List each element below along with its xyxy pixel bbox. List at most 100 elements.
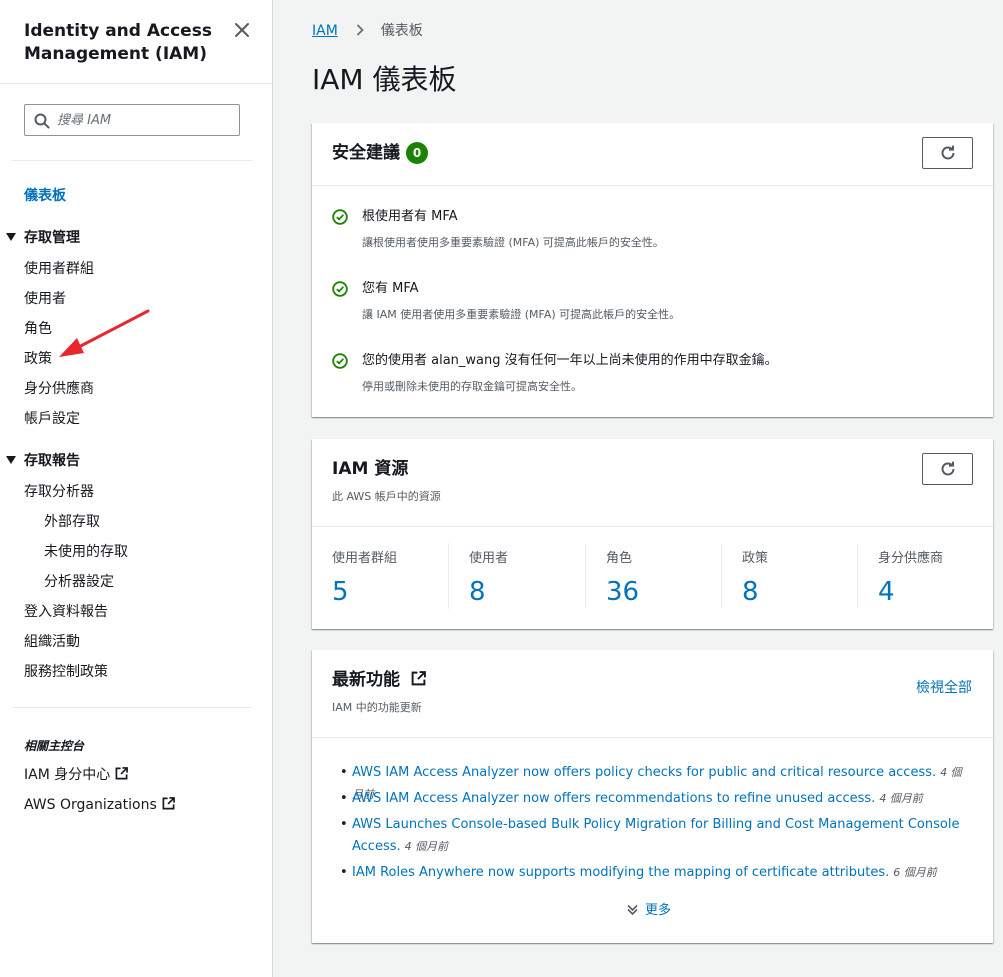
recommendation-title: 您的使用者 alan_wang 沒有任何一年以上尚未使用的作用中存取金鑰。 <box>362 353 778 368</box>
feature-age: 6 個月前 <box>893 866 937 879</box>
section-access-reports[interactable]: 存取報告 <box>6 452 80 470</box>
sidebar-item-external-access[interactable]: 外部存取 <box>44 513 100 531</box>
external-link-icon <box>162 797 175 810</box>
recommendation-title: 根使用者有 MFA <box>362 209 458 224</box>
sidebar-item-service-control-policies[interactable]: 服務控制政策 <box>24 663 108 681</box>
breadcrumb-current: 儀表板 <box>380 23 423 39</box>
caret-down-icon <box>6 456 16 464</box>
sidebar-item-dashboard[interactable]: 儀表板 <box>24 187 66 205</box>
search-input[interactable] <box>57 109 232 131</box>
sidebar-item-identity-providers[interactable]: 身分供應商 <box>24 380 94 398</box>
divider <box>312 526 993 527</box>
resource-label: 角色 <box>606 551 633 566</box>
sidebar-item-iam-identity-center[interactable]: IAM 身分中心 <box>24 766 129 784</box>
sidebar-item-account-settings[interactable]: 帳戶設定 <box>24 410 80 428</box>
resource-stat-roles: 角色 36 <box>585 543 721 609</box>
iam-resources-card: IAM 資源 此 AWS 帳戶中的資源 使用者群組 5 使用者 8 角色 36 … <box>312 439 993 629</box>
resource-stat-users: 使用者 8 <box>448 543 585 609</box>
sidebar-item-credential-report[interactable]: 登入資料報告 <box>24 603 108 621</box>
feature-age: 4 個月前 <box>879 792 923 805</box>
feature-list-item: • AWS IAM Access Analyzer now offers reco… <box>340 788 972 810</box>
refresh-button[interactable] <box>922 137 973 169</box>
sidebar-item-unused-access[interactable]: 未使用的存取 <box>44 543 128 561</box>
section-label: 存取管理 <box>24 230 80 246</box>
divider <box>312 185 993 186</box>
resource-label: 身分供應商 <box>878 551 944 566</box>
status-badge: 0 <box>406 142 428 164</box>
resource-label: 使用者 <box>469 551 509 566</box>
bullet: • <box>340 865 348 880</box>
bullet: • <box>340 791 348 806</box>
resource-stat-policies: 政策 8 <box>721 543 857 609</box>
features-title: 最新功能 <box>332 670 400 690</box>
resource-count-link[interactable]: 8 <box>742 577 759 607</box>
feature-age: 4 個月前 <box>404 840 449 853</box>
sidebar: Identity and Access Management (IAM) 儀表板… <box>0 0 273 977</box>
sidebar-item-policies[interactable]: 政策 <box>24 350 52 368</box>
search-box[interactable] <box>24 104 240 136</box>
show-more-button[interactable]: 更多 <box>626 899 671 918</box>
divider <box>312 737 993 738</box>
feature-link[interactable]: AWS IAM Access Analyzer now offers recom… <box>352 791 875 806</box>
success-check-icon <box>332 281 348 297</box>
view-all-link[interactable]: 檢視全部 <box>916 677 972 697</box>
sidebar-item-user-groups[interactable]: 使用者群組 <box>24 260 94 278</box>
breadcrumb-iam-link[interactable]: IAM <box>312 23 338 39</box>
external-link-icon[interactable] <box>411 670 426 686</box>
related-consoles-title: 相關主控台 <box>24 739 85 753</box>
feature-list-item: • IAM Roles Anywhere now supports modifyi… <box>340 862 972 884</box>
page-title: IAM 儀表板 <box>312 63 457 96</box>
resources-title: IAM 資源 <box>332 459 409 479</box>
close-icon[interactable] <box>232 20 252 40</box>
show-more-label: 更多 <box>645 903 672 918</box>
annotation-arrow-icon <box>59 309 150 357</box>
sidebar-item-access-analyzer[interactable]: 存取分析器 <box>24 483 94 501</box>
resource-count-link[interactable]: 5 <box>332 577 349 607</box>
resource-label: 使用者群組 <box>332 551 398 566</box>
refresh-icon <box>941 461 955 476</box>
sidebar-header: Identity and Access Management (IAM) <box>0 0 272 84</box>
recommendation-desc: 讓根使用者使用多重要素驗證 (MFA) 可提高此帳戶的安全性。 <box>362 236 664 249</box>
sidebar-item-roles[interactable]: 角色 <box>24 320 52 338</box>
search-icon <box>34 113 50 129</box>
double-chevron-down-icon <box>627 904 638 916</box>
divider <box>12 707 252 708</box>
divider <box>12 160 252 161</box>
sidebar-item-organization-activity[interactable]: 組織活動 <box>24 633 80 651</box>
resource-count-link[interactable]: 4 <box>878 577 895 607</box>
chevron-right-icon <box>357 24 365 36</box>
resource-count-link[interactable]: 36 <box>606 577 639 607</box>
security-recommendations-card: 安全建議 0 根使用者有 MFA 讓根使用者使用多重要素驗證 (MFA) 可提高此… <box>312 123 993 417</box>
resources-subtitle: 此 AWS 帳戶中的資源 <box>332 490 441 503</box>
bullet: • <box>340 765 348 780</box>
feature-list-item: • AWS Launches Console-based Bulk Policy … <box>340 814 972 858</box>
bullet: • <box>340 817 348 832</box>
features-subtitle: IAM 中的功能更新 <box>332 701 422 714</box>
sidebar-item-aws-organizations[interactable]: AWS Organizations <box>24 796 175 814</box>
sidebar-item-analyzer-settings[interactable]: 分析器設定 <box>44 573 114 591</box>
recommendation-desc: 讓 IAM 使用者使用多重要素驗證 (MFA) 可提高此帳戶的安全性。 <box>362 308 681 321</box>
resource-count-link[interactable]: 8 <box>469 577 486 607</box>
refresh-icon <box>941 145 955 160</box>
breadcrumb: IAM 儀表板 <box>312 22 423 40</box>
section-label: 存取報告 <box>24 453 80 469</box>
caret-down-icon <box>6 233 16 241</box>
features-title-row: 最新功能 <box>332 669 426 691</box>
external-link-icon <box>115 767 129 780</box>
success-check-icon <box>332 209 348 225</box>
link-label: AWS Organizations <box>24 797 157 813</box>
refresh-button[interactable] <box>922 453 973 485</box>
sidebar-title: Identity and Access Management (IAM) <box>24 21 212 64</box>
security-title: 安全建議 <box>332 143 400 163</box>
feature-link[interactable]: IAM Roles Anywhere now supports modifyin… <box>352 865 889 880</box>
resource-label: 政策 <box>742 551 769 566</box>
whats-new-card: 最新功能 IAM 中的功能更新 檢視全部 • AWS IAM Access Ana… <box>312 650 993 943</box>
recommendation-title: 您有 MFA <box>362 281 419 296</box>
resource-stat-user-groups: 使用者群組 5 <box>312 543 448 609</box>
success-check-icon <box>332 353 348 369</box>
recommendation-desc: 停用或刪除未使用的存取金鑰可提高安全性。 <box>362 380 582 393</box>
section-access-management[interactable]: 存取管理 <box>6 229 80 247</box>
feature-link[interactable]: AWS IAM Access Analyzer now offers polic… <box>352 765 936 780</box>
link-label: IAM 身分中心 <box>24 767 111 783</box>
card-title: 安全建議 0 <box>332 142 428 164</box>
